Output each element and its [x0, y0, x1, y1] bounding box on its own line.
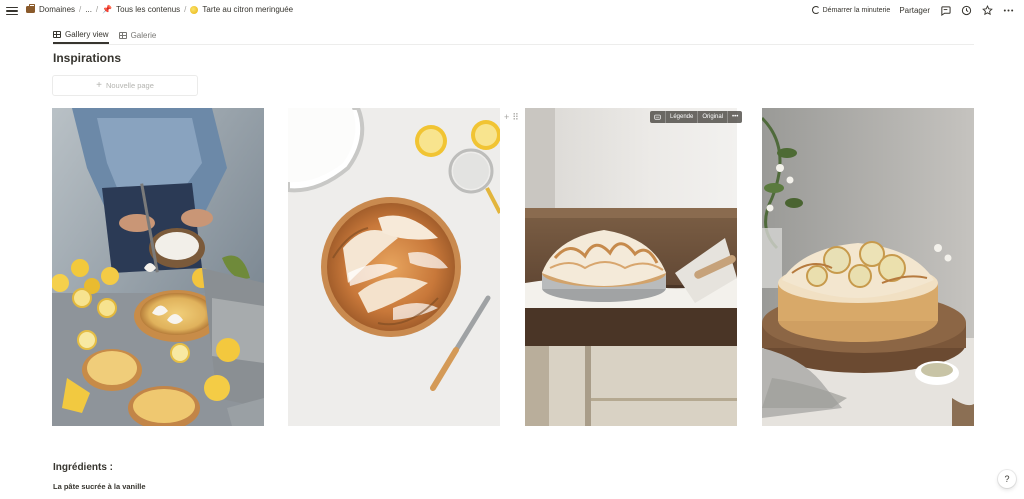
breadcrumb-separator: / [184, 5, 187, 14]
breadcrumb-separator: / [95, 5, 99, 14]
image-overlay-toolbar: Légende Original ••• [650, 111, 743, 123]
add-block-icon[interactable]: + [504, 112, 509, 123]
lemon-meringue-pie-table-photo [525, 108, 737, 426]
lemon-icon [190, 5, 199, 14]
breadcrumb-label: Domaines [39, 5, 76, 14]
tab-galerie[interactable]: Galerie [118, 27, 157, 44]
gallery-card-4[interactable] [762, 108, 974, 426]
history-icon[interactable] [960, 4, 972, 16]
ingredients-heading: Ingrédients : [53, 462, 114, 473]
lemon-meringue-cake-photo [762, 108, 974, 426]
breadcrumb: Domaines / ... / 📌 Tous les contenus / T… [26, 4, 293, 14]
breadcrumb-label: Tous les contenus [116, 5, 181, 14]
caption-icon [654, 114, 661, 120]
caption-button[interactable] [650, 111, 666, 123]
pushpin-icon: 📌 [102, 4, 113, 14]
help-button[interactable]: ? [998, 470, 1016, 488]
tab-label: Galerie [130, 31, 157, 40]
gallery-card-2[interactable] [288, 108, 500, 426]
comment-icon[interactable] [939, 4, 951, 16]
timer-icon [811, 6, 820, 14]
gallery-card-1[interactable] [52, 108, 264, 426]
view-tabs: Gallery view Galerie [53, 27, 156, 44]
tab-label: Gallery view [65, 30, 109, 39]
breadcrumb-domaines[interactable]: Domaines [26, 4, 76, 14]
image-more-button[interactable]: ••• [728, 111, 742, 123]
breadcrumb-ellipsis[interactable]: ... [85, 5, 92, 14]
breadcrumb-label: Tarte au citron meringuée [202, 5, 294, 14]
new-page-button[interactable]: + Nouvelle page [52, 75, 198, 96]
briefcase-icon [26, 4, 35, 13]
star-icon[interactable] [981, 4, 993, 16]
start-timer-button[interactable]: Démarrer la minuterie [811, 6, 891, 14]
section-title: Inspirations [53, 51, 122, 65]
tabs-divider [53, 44, 974, 45]
original-button[interactable]: Original [698, 111, 729, 123]
new-page-label: Nouvelle page [105, 81, 154, 90]
sidebar-menu-icon[interactable] [6, 5, 18, 17]
lemon-tart-preparation-photo [52, 108, 264, 426]
share-button[interactable]: Partager [899, 6, 930, 15]
drag-handle-icon[interactable]: ⠿ [512, 112, 519, 123]
breadcrumb-separator: / [79, 5, 82, 14]
pate-heading: La pâte sucrée à la vanille [53, 482, 146, 491]
tab-gallery-view[interactable]: Gallery view [53, 27, 109, 44]
breadcrumb-current-page[interactable]: Tarte au citron meringuée [190, 5, 293, 14]
top-actions: Démarrer la minuterie Partager [811, 4, 1014, 16]
gallery-icon [53, 31, 61, 38]
plus-icon: + [96, 80, 102, 91]
caption-label-button[interactable]: Légende [666, 111, 699, 123]
breadcrumb-tous-les-contenus[interactable]: 📌 Tous les contenus [102, 5, 180, 14]
timer-label: Démarrer la minuterie [822, 6, 891, 14]
top-bar: Domaines / ... / 📌 Tous les contenus / T… [0, 0, 1024, 24]
meringue-tart-top-view-photo [288, 108, 500, 426]
gallery-card-3[interactable] [525, 108, 737, 426]
gallery-icon [118, 32, 127, 39]
block-drag-handle[interactable]: + ⠿ [504, 112, 519, 123]
more-icon[interactable] [1002, 4, 1014, 16]
breadcrumb-label: ... [85, 5, 92, 14]
